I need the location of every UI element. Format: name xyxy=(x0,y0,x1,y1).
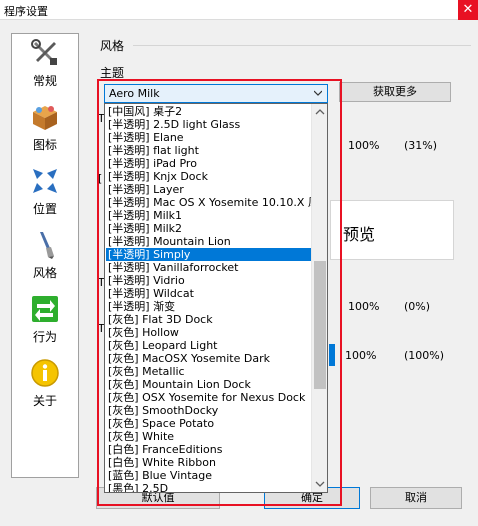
sidebar-item-label: 关于 xyxy=(32,394,57,408)
setting-value: 100% xyxy=(345,349,377,362)
info-icon xyxy=(31,359,59,387)
get-more-button[interactable]: 获取更多 xyxy=(339,82,451,102)
preview-box: 预览 xyxy=(330,200,454,260)
section-title: 风格 xyxy=(100,39,125,53)
cancel-button[interactable]: 取消 xyxy=(370,487,462,509)
exchange-icon xyxy=(32,296,58,322)
setting-value-secondary: (31%) xyxy=(404,139,438,152)
close-button[interactable]: ✕ xyxy=(458,0,478,20)
title-bar: 程序设置 ✕ xyxy=(0,0,478,20)
sidebar-item-label: 风格 xyxy=(32,266,57,280)
sidebar-item-label: 位置 xyxy=(32,202,57,216)
setting-value-secondary: (0%) xyxy=(404,300,431,313)
window-title: 程序设置 xyxy=(4,5,48,18)
setting-value: 100% xyxy=(348,139,380,152)
highlight-annotation xyxy=(97,79,342,506)
brush-icon xyxy=(40,232,54,259)
setting-value: 100% xyxy=(348,300,380,313)
sidebar: 常规 图标 位置 风格 行为 关于 xyxy=(11,33,79,478)
sidebar-item-behavior[interactable]: 行为 xyxy=(12,294,78,354)
sidebar-item-position[interactable]: 位置 xyxy=(12,166,78,226)
sidebar-item-about[interactable]: 关于 xyxy=(12,358,78,418)
box-icon xyxy=(33,106,57,130)
setting-value-secondary: (100%) xyxy=(404,349,445,362)
sidebar-item-general[interactable]: 常规 xyxy=(12,38,78,98)
group-divider xyxy=(133,45,471,46)
sidebar-item-style[interactable]: 风格 xyxy=(12,230,78,290)
sidebar-item-label: 常规 xyxy=(32,74,57,88)
sidebar-item-label: 行为 xyxy=(32,330,57,344)
arrows-icon xyxy=(33,169,57,193)
preview-text: 预览 xyxy=(343,225,376,244)
tools-icon xyxy=(31,39,57,65)
sidebar-item-icons[interactable]: 图标 xyxy=(12,102,78,162)
sidebar-item-label: 图标 xyxy=(32,138,57,152)
